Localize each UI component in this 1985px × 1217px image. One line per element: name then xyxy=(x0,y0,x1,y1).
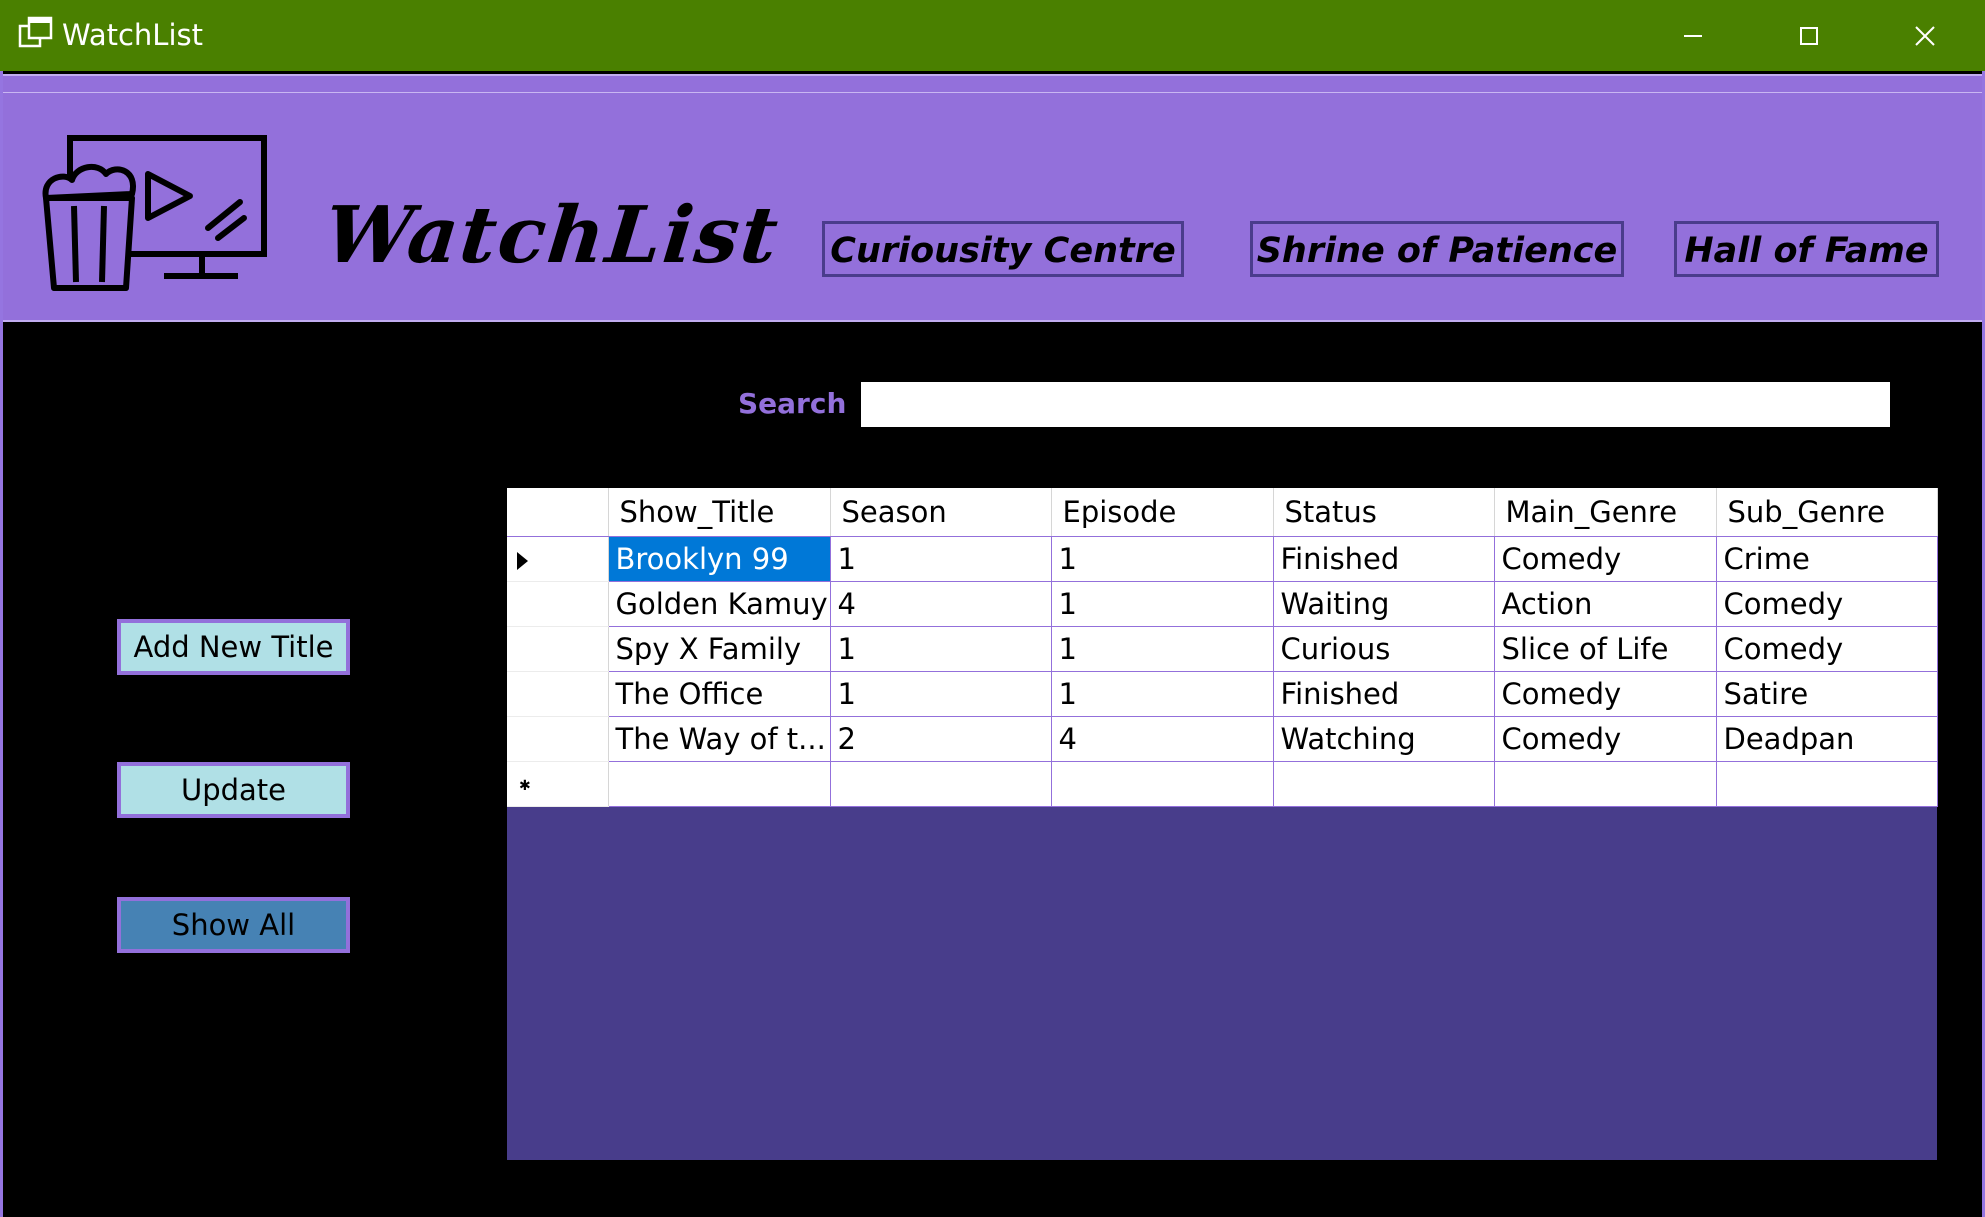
shows-table: Show_Title Season Episode Status Main_Ge… xyxy=(507,488,1938,807)
table-cell[interactable]: 2 xyxy=(830,716,1052,762)
table-cell[interactable] xyxy=(830,761,1052,807)
table-header-row: Show_Title Season Episode Status Main_Ge… xyxy=(507,488,1938,537)
table-cell[interactable]: Comedy xyxy=(1494,671,1717,717)
table-cell[interactable]: Watching xyxy=(1273,716,1495,762)
table-cell[interactable]: Satire xyxy=(1716,671,1938,717)
row-header-cell[interactable] xyxy=(507,626,609,672)
table-cell[interactable]: 1 xyxy=(1051,626,1274,672)
table-cell[interactable]: Comedy xyxy=(1494,716,1717,762)
table-cell[interactable] xyxy=(608,761,831,807)
table-cell[interactable]: Finished xyxy=(1273,671,1495,717)
window-title: WatchList xyxy=(62,18,203,52)
row-header-cell[interactable] xyxy=(507,536,609,582)
row-header-cell[interactable] xyxy=(507,716,609,762)
row-header-cell[interactable] xyxy=(507,581,609,627)
column-header-season[interactable]: Season xyxy=(830,488,1052,537)
app-window-icon xyxy=(18,16,53,48)
app-brand-title: WatchList xyxy=(320,190,784,281)
table-cell[interactable]: 1 xyxy=(830,536,1052,582)
maximize-icon xyxy=(1800,26,1818,45)
table-cell[interactable] xyxy=(1273,761,1495,807)
close-button[interactable] xyxy=(1867,0,1983,71)
table-row[interactable]: Brooklyn 99 1 1 Finished Comedy Crime xyxy=(507,536,1938,582)
table-cell[interactable]: Slice of Life xyxy=(1494,626,1717,672)
table-cell[interactable] xyxy=(1494,761,1717,807)
table-cell[interactable]: 4 xyxy=(830,581,1052,627)
header-banner xyxy=(3,74,1982,322)
table-cell[interactable]: 4 xyxy=(1051,716,1274,762)
new-row-asterisk-icon: ✱ xyxy=(519,777,531,794)
minimize-icon xyxy=(1684,34,1702,37)
header-divider xyxy=(3,92,1982,93)
table-row[interactable]: Golden Kamuy 4 1 Waiting Action Comedy xyxy=(507,581,1938,627)
update-button[interactable]: Update xyxy=(117,762,350,818)
current-row-arrow-icon xyxy=(517,551,528,570)
table-cell[interactable]: 1 xyxy=(830,626,1052,672)
table-cell[interactable]: Waiting xyxy=(1273,581,1495,627)
table-cell[interactable]: Crime xyxy=(1716,536,1938,582)
table-cell[interactable]: The Way of t... xyxy=(608,716,831,762)
nav-hall-of-fame-button[interactable]: Hall of Fame xyxy=(1674,221,1939,277)
table-cell[interactable]: 1 xyxy=(830,671,1052,717)
table-cell[interactable]: Comedy xyxy=(1716,581,1938,627)
column-header-episode[interactable]: Episode xyxy=(1051,488,1274,537)
table-cell[interactable]: 1 xyxy=(1051,581,1274,627)
table-cell[interactable]: Comedy xyxy=(1716,626,1938,672)
table-cell[interactable]: Finished xyxy=(1273,536,1495,582)
search-input[interactable] xyxy=(861,382,1890,427)
new-row[interactable]: ✱ xyxy=(507,761,1938,807)
table-cell[interactable]: 1 xyxy=(1051,671,1274,717)
title-bar: WatchList xyxy=(0,0,1985,71)
table-cell[interactable]: The Office xyxy=(608,671,831,717)
nav-shrine-of-patience-button[interactable]: Shrine of Patience xyxy=(1250,221,1624,277)
column-header-status[interactable]: Status xyxy=(1273,488,1495,537)
table-row[interactable]: The Office 1 1 Finished Comedy Satire xyxy=(507,671,1938,717)
table-cell[interactable]: Spy X Family xyxy=(608,626,831,672)
nav-curiousity-centre-button[interactable]: Curiousity Centre xyxy=(822,221,1184,277)
close-icon xyxy=(1915,25,1935,46)
table-row[interactable]: The Way of t... 2 4 Watching Comedy Dead… xyxy=(507,716,1938,762)
shows-data-grid[interactable]: Show_Title Season Episode Status Main_Ge… xyxy=(507,488,1938,1160)
show-all-button[interactable]: Show All xyxy=(117,897,350,953)
add-new-title-button[interactable]: Add New Title xyxy=(117,619,350,675)
table-cell[interactable] xyxy=(1051,761,1274,807)
corner-header-cell[interactable] xyxy=(507,488,609,537)
row-header-cell[interactable]: ✱ xyxy=(507,761,609,807)
search-label: Search xyxy=(738,387,847,420)
maximize-button[interactable] xyxy=(1751,0,1867,71)
minimize-button[interactable] xyxy=(1635,0,1751,71)
column-header-show-title[interactable]: Show_Title xyxy=(608,488,831,537)
table-cell[interactable]: Comedy xyxy=(1494,536,1717,582)
row-header-cell[interactable] xyxy=(507,671,609,717)
table-row[interactable]: Spy X Family 1 1 Curious Slice of Life C… xyxy=(507,626,1938,672)
table-cell[interactable]: 1 xyxy=(1051,536,1274,582)
tv-popcorn-icon xyxy=(42,135,267,291)
table-cell[interactable]: Curious xyxy=(1273,626,1495,672)
table-cell[interactable] xyxy=(1716,761,1938,807)
table-cell[interactable]: Golden Kamuy xyxy=(608,581,831,627)
column-header-main-genre[interactable]: Main_Genre xyxy=(1494,488,1717,537)
table-cell[interactable]: Brooklyn 99 xyxy=(608,536,831,582)
table-cell[interactable]: Deadpan xyxy=(1716,716,1938,762)
table-cell[interactable]: Action xyxy=(1494,581,1717,627)
column-header-sub-genre[interactable]: Sub_Genre xyxy=(1716,488,1938,537)
